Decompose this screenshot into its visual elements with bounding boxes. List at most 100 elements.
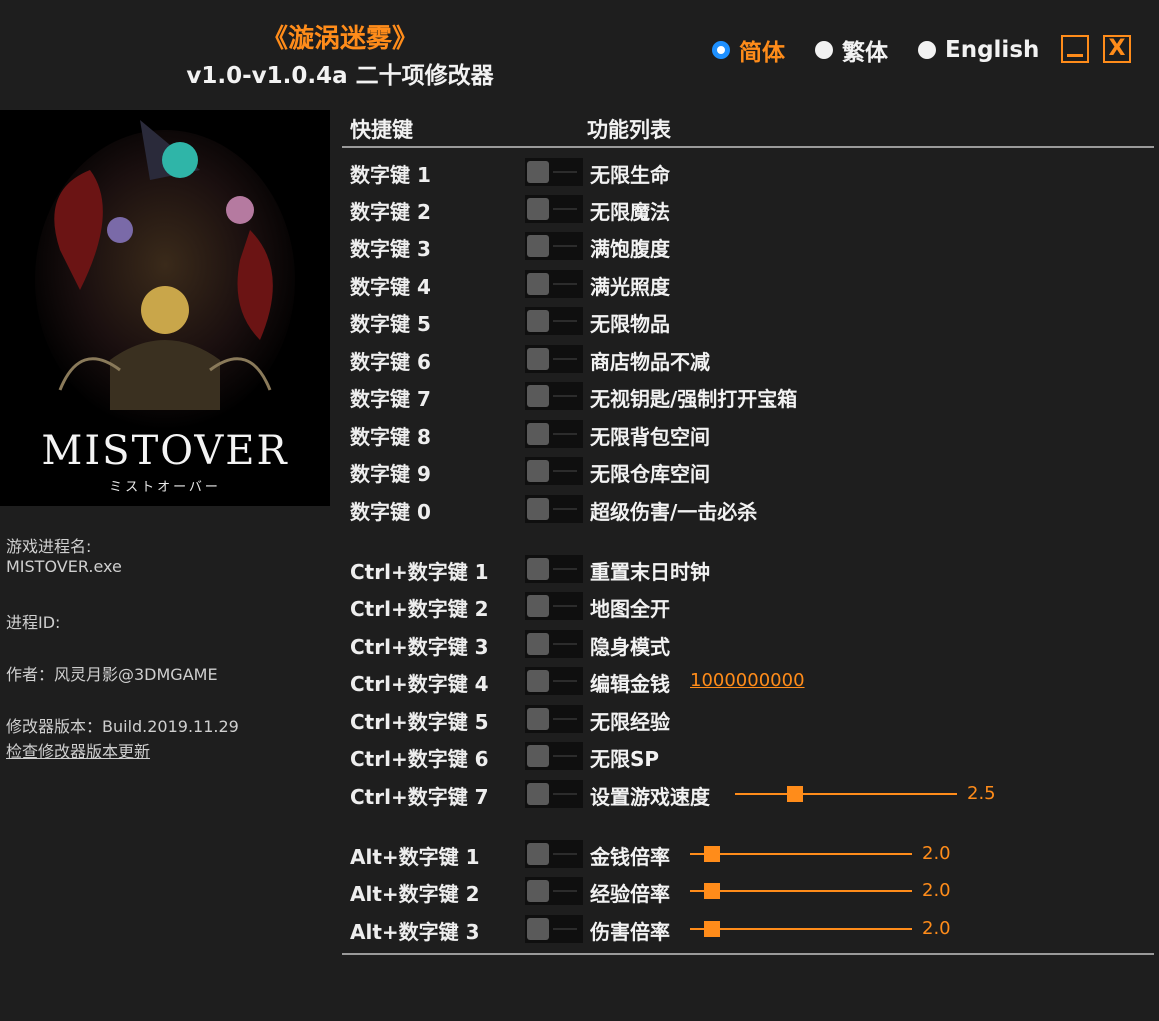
minimize-button[interactable]	[1061, 35, 1089, 63]
cheat-function-label: 商店物品不减	[590, 350, 710, 374]
close-button[interactable]: X	[1103, 35, 1131, 63]
toggle-knob	[527, 745, 549, 767]
slider-thumb[interactable]	[704, 883, 721, 899]
cheat-row: 数字键 4 满光照度	[350, 268, 1150, 300]
hotkey-label: 数字键 7	[350, 387, 431, 411]
toggle-track	[553, 283, 577, 285]
cheat-row: Ctrl+数字键 2 地图全开	[350, 590, 1150, 622]
cheat-function-label: 经验倍率	[590, 882, 670, 906]
radio-selected-icon[interactable]	[712, 41, 730, 59]
cheat-toggle-switch[interactable]	[525, 307, 583, 335]
cheat-function-label: 伤害倍率	[590, 920, 670, 944]
cheat-toggle-switch[interactable]	[525, 158, 583, 186]
cheat-toggle-switch[interactable]	[525, 420, 583, 448]
value-slider[interactable]	[690, 921, 912, 937]
slider-value: 2.0	[922, 918, 951, 939]
cheat-toggle-switch[interactable]	[525, 592, 583, 620]
slider-thumb[interactable]	[704, 921, 721, 937]
game-cover: MISTOVER ミストオーバー	[0, 110, 330, 506]
cheat-row: 数字键 9 无限仓库空间	[350, 455, 1150, 487]
minimize-icon	[1067, 53, 1083, 57]
cheat-row: Ctrl+数字键 4 编辑金钱 1000000000	[350, 665, 1150, 697]
slider-value: 2.0	[922, 843, 951, 864]
value-slider[interactable]	[690, 846, 912, 862]
cheat-toggle-switch[interactable]	[525, 840, 583, 868]
cheat-toggle-switch[interactable]	[525, 780, 583, 808]
cheat-toggle-switch[interactable]	[525, 555, 583, 583]
cheat-toggle-switch[interactable]	[525, 742, 583, 770]
toggle-track	[553, 395, 577, 397]
toggle-knob	[527, 783, 549, 805]
cheat-toggle-switch[interactable]	[525, 630, 583, 658]
toggle-knob	[527, 633, 549, 655]
cheat-toggle-switch[interactable]	[525, 345, 583, 373]
header-divider	[342, 146, 1154, 148]
cheat-toggle-switch[interactable]	[525, 195, 583, 223]
toggle-knob	[527, 670, 549, 692]
cheat-row: 数字键 8 无限背包空间	[350, 418, 1150, 450]
toggle-track	[553, 568, 577, 570]
cheat-row: 数字键 0 超级伤害/一击必杀	[350, 493, 1150, 525]
toggle-track	[553, 793, 577, 795]
money-value-input[interactable]: 1000000000	[690, 670, 805, 691]
lang-simplified[interactable]: 简体	[712, 36, 785, 66]
cheat-function-label: 隐身模式	[590, 635, 670, 659]
cheat-row: Ctrl+数字键 3 隐身模式	[350, 628, 1150, 660]
hotkey-column-header: 快捷键	[350, 118, 413, 142]
cheat-function-label: 设置游戏速度	[590, 785, 710, 809]
toggle-knob	[527, 595, 549, 617]
cheat-toggle-switch[interactable]	[525, 232, 583, 260]
toggle-knob	[527, 273, 549, 295]
lang-traditional[interactable]: 繁体	[815, 36, 888, 66]
cheat-function-label: 无视钥匙/强制打开宝箱	[590, 387, 798, 411]
toggle-knob	[527, 348, 549, 370]
cover-logo-text: MISTOVER	[41, 428, 289, 474]
cheat-toggle-switch[interactable]	[525, 270, 583, 298]
value-slider[interactable]	[735, 786, 957, 802]
cheat-row: Ctrl+数字键 7 设置游戏速度 2.5	[350, 778, 1150, 810]
cheat-toggle-switch[interactable]	[525, 705, 583, 733]
hotkey-label: 数字键 6	[350, 350, 431, 374]
hotkey-label: Ctrl+数字键 2	[350, 597, 489, 621]
value-slider[interactable]	[690, 883, 912, 899]
app-title: 《漩涡迷雾》	[261, 24, 418, 54]
author-text: 作者：风灵月影@3DMGAME	[6, 665, 218, 684]
hotkey-label: Alt+数字键 2	[350, 882, 480, 906]
cheat-toggle-switch[interactable]	[525, 667, 583, 695]
cheat-toggle-switch[interactable]	[525, 382, 583, 410]
toggle-knob	[527, 498, 549, 520]
cheat-function-label: 编辑金钱	[590, 672, 670, 696]
toggle-knob	[527, 310, 549, 332]
cheat-toggle-switch[interactable]	[525, 457, 583, 485]
cheat-function-label: 无限仓库空间	[590, 462, 710, 486]
slider-thumb[interactable]	[704, 846, 721, 862]
cheat-function-label: 无限经验	[590, 710, 670, 734]
cheat-row: 数字键 6 商店物品不减	[350, 343, 1150, 375]
toggle-knob	[527, 235, 549, 257]
hotkey-label: Ctrl+数字键 7	[350, 785, 489, 809]
slider-thumb[interactable]	[786, 786, 803, 802]
close-icon: X	[1108, 36, 1126, 61]
cheat-toggle-switch[interactable]	[525, 915, 583, 943]
hotkey-label: 数字键 8	[350, 425, 431, 449]
check-update-link[interactable]: 检查修改器版本更新	[6, 738, 150, 762]
toggle-track	[553, 320, 577, 322]
toggle-knob	[527, 843, 549, 865]
cheat-function-label: 无限背包空间	[590, 425, 710, 449]
lang-label: 繁体	[842, 40, 888, 66]
cheat-function-label: 超级伤害/一击必杀	[590, 500, 758, 524]
cheat-row: Alt+数字键 3 伤害倍率 2.0	[350, 913, 1150, 945]
cheat-row: 数字键 5 无限物品	[350, 305, 1150, 337]
cheat-function-label: 无限生命	[590, 163, 670, 187]
cheat-toggle-switch[interactable]	[525, 877, 583, 905]
cheat-function-label: 金钱倍率	[590, 845, 670, 869]
lang-english[interactable]: English	[918, 36, 1039, 64]
toggle-knob	[527, 558, 549, 580]
cheat-toggle-switch[interactable]	[525, 495, 583, 523]
toggle-track	[553, 208, 577, 210]
toggle-track	[553, 171, 577, 173]
hotkey-label: Alt+数字键 3	[350, 920, 480, 944]
hotkey-label: Ctrl+数字键 4	[350, 672, 489, 696]
radio-icon[interactable]	[918, 41, 936, 59]
radio-icon[interactable]	[815, 41, 833, 59]
